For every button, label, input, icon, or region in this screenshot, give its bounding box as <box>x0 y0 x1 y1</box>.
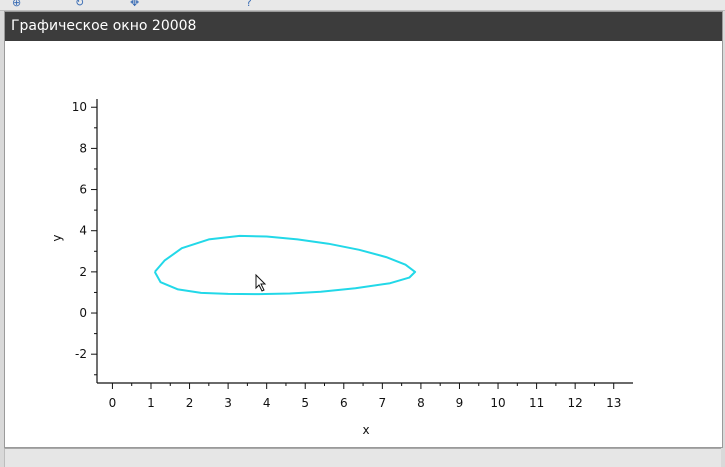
y-tick-label: 8 <box>79 141 87 155</box>
x-tick-label: 4 <box>263 396 271 410</box>
x-tick-label: 13 <box>606 396 621 410</box>
plot-svg: 0 1 2 3 4 5 6 7 8 9 10 11 12 13-20246810xy <box>50 99 633 437</box>
y-tick-label: 10 <box>72 100 87 114</box>
plot-canvas[interactable]: 0 1 2 3 4 5 6 7 8 9 10 11 12 13 -2 0 2 4 6 8 10 x y <box>5 41 722 447</box>
x-tick-label: 2 <box>186 396 194 410</box>
y-tick-label: 0 <box>79 306 87 320</box>
x-tick-label: 10 <box>490 396 505 410</box>
y-tick-label: 2 <box>79 265 87 279</box>
help-icon[interactable]: ? <box>246 0 252 9</box>
graphic-window: Графическое окно 20008 0 1 2 3 4 5 6 7 8 9 10 11 12 1… <box>4 11 723 448</box>
x-tick-label: 0 <box>109 396 117 410</box>
x-tick-label: 1 <box>147 396 155 410</box>
x-tick-label: 5 <box>301 396 309 410</box>
y-tick-label: -2 <box>75 347 87 361</box>
x-tick-label: 8 <box>417 396 425 410</box>
y-tick-label: 4 <box>79 224 87 238</box>
x-tick-label: 12 <box>568 396 583 410</box>
x-tick-label: 7 <box>379 396 387 410</box>
window-title[interactable]: Графическое окно 20008 <box>5 12 722 41</box>
y-axis-label: y <box>50 234 64 241</box>
x-tick-label: 9 <box>456 396 464 410</box>
arrow-cursor-icon <box>255 273 267 292</box>
x-tick-label: 11 <box>529 396 544 410</box>
toolbar: ⊕ ↻ ✥ ? <box>0 0 725 11</box>
x-tick-label: 6 <box>340 396 348 410</box>
status-bar <box>4 448 721 467</box>
y-tick-label: 6 <box>79 183 87 197</box>
rotate-icon[interactable]: ↻ <box>75 0 84 9</box>
pan-icon[interactable]: ✥ <box>130 0 139 9</box>
x-axis-label: x <box>362 423 369 437</box>
series-curve <box>153 234 417 296</box>
x-tick-label: 3 <box>224 396 232 410</box>
zoom-icon[interactable]: ⊕ <box>12 0 21 9</box>
